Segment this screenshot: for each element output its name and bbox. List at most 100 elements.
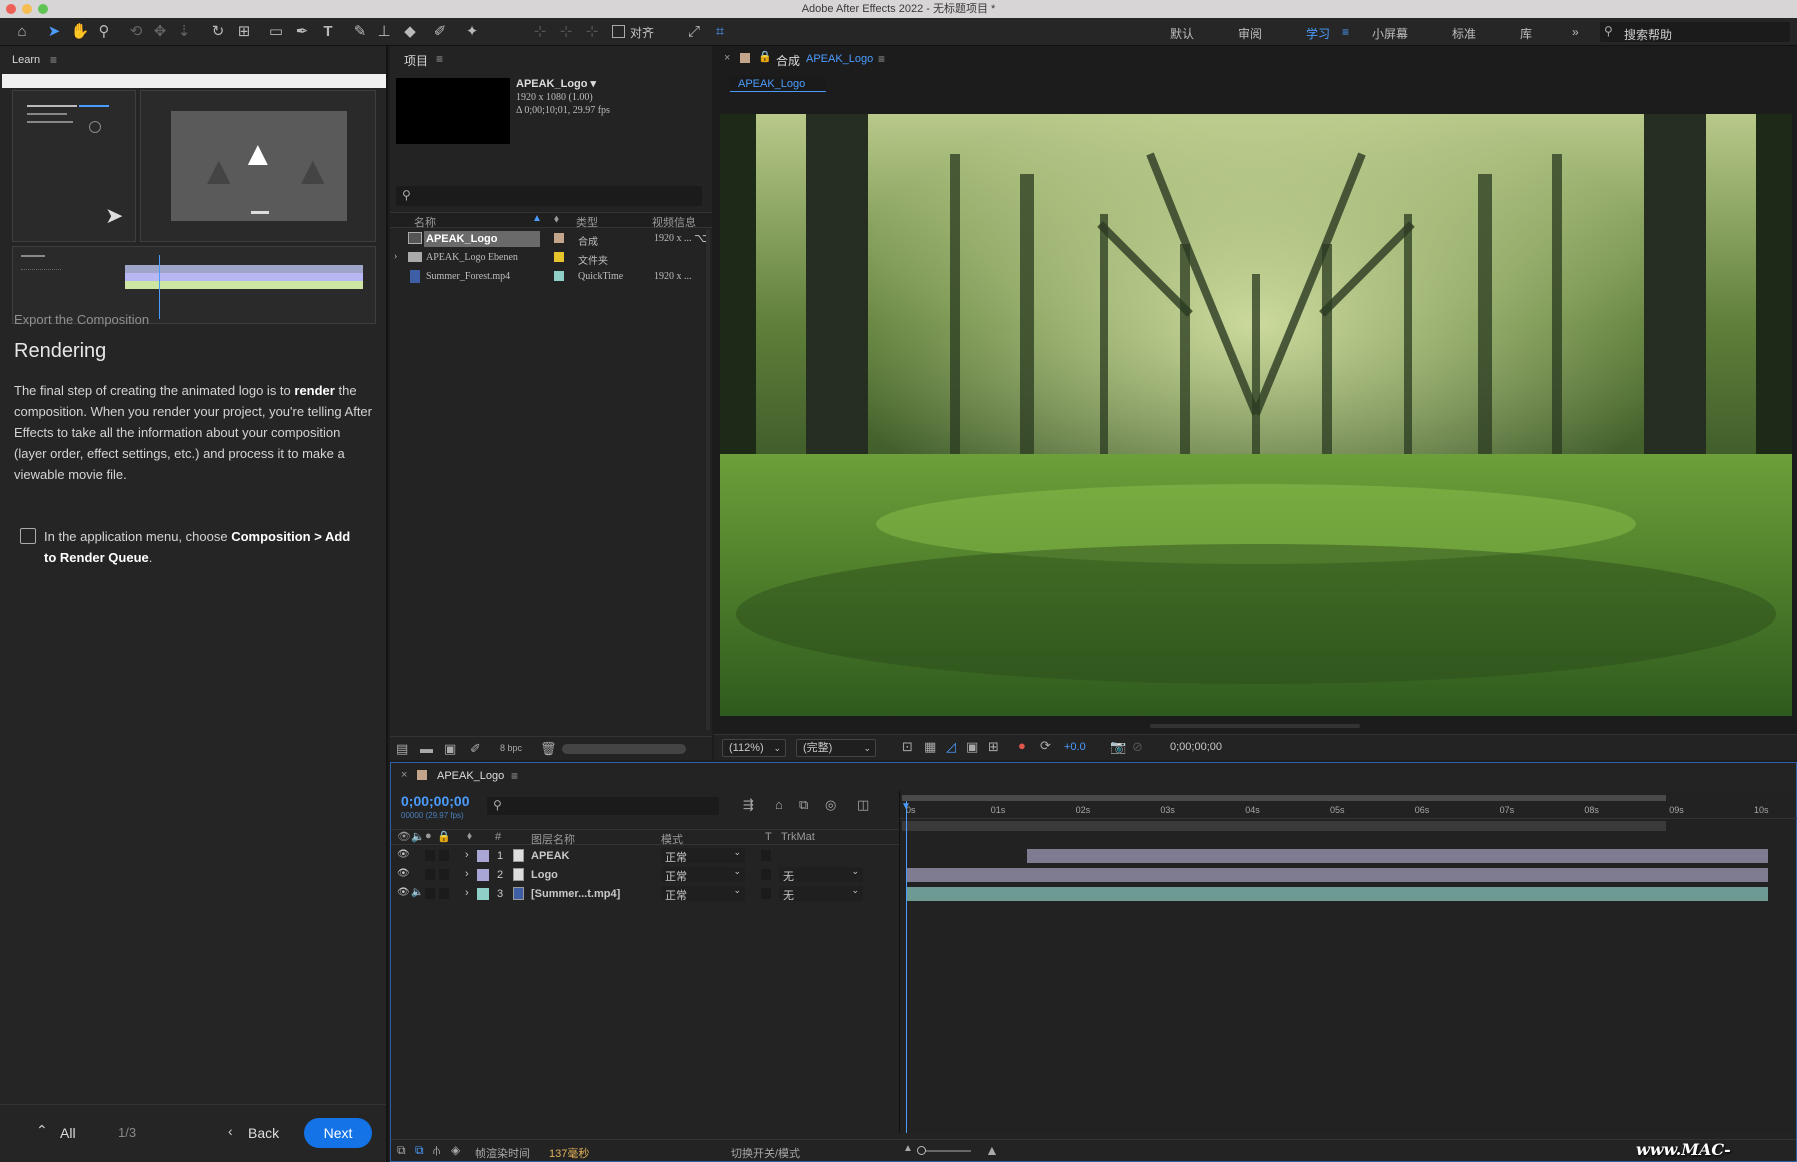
eye-icon[interactable]: 👁 (397, 887, 410, 898)
new-composition-icon[interactable]: ▣ (444, 741, 456, 757)
layer-switches-icon[interactable]: ⧉ (397, 1143, 406, 1158)
type-tool-icon[interactable]: T (318, 22, 338, 42)
timeline-zoom-slider[interactable] (917, 1146, 971, 1155)
motion-blur-icon[interactable]: ◎ (825, 797, 836, 813)
snap-options-icon[interactable]: ⤢ (684, 22, 704, 42)
playhead-handle-icon[interactable]: ▼ (901, 801, 911, 812)
graph-editor-icon[interactable]: ◫ (857, 797, 869, 813)
composition-viewer[interactable] (720, 114, 1792, 716)
minimize-window-icon[interactable] (22, 4, 32, 14)
label-color-swatch[interactable] (554, 271, 564, 281)
puppet-pin-tool-icon[interactable]: ✦ (462, 22, 482, 42)
speaker-icon[interactable]: 🔈 (411, 887, 423, 898)
blend-mode-dropdown[interactable]: 正常 ⌄ (661, 847, 745, 864)
eraser-tool-icon[interactable]: ◆ (400, 22, 420, 42)
label-tag-icon[interactable]: ⬧ (554, 213, 559, 226)
pan-camera-icon[interactable]: ✥ (150, 22, 170, 42)
project-tab[interactable]: 项目 (404, 52, 428, 69)
preserve-transparency-box[interactable] (761, 888, 771, 899)
column-video-info[interactable]: 视频信息 (652, 214, 696, 230)
project-item-row[interactable]: APEAK_Logo 合成 1920 x ... ⌥ (390, 230, 712, 248)
work-area-bar[interactable] (902, 795, 1666, 801)
layer-search-input[interactable]: ⚲ (487, 797, 719, 815)
comp-panel-menu-icon[interactable]: ≡ (878, 52, 885, 66)
all-lessons-button[interactable]: All (60, 1125, 76, 1141)
lock-box[interactable] (439, 850, 449, 861)
guides-grid-icon[interactable]: ⊞ (988, 739, 999, 755)
layer-name[interactable]: Logo (531, 869, 558, 881)
blend-mode-dropdown[interactable]: 正常 ⌄ (661, 885, 745, 902)
chevron-right-icon[interactable]: › (465, 849, 469, 861)
layer-duration-bar[interactable] (906, 887, 1768, 901)
current-time-display[interactable]: 0;00;00;00 (1170, 741, 1222, 753)
more-workspaces-icon[interactable]: » (1572, 25, 1579, 39)
eye-icon[interactable]: 👁 (397, 868, 410, 879)
task-checkbox[interactable] (20, 528, 36, 544)
chevron-up-icon[interactable]: ⌃ (36, 1122, 48, 1139)
layer-name[interactable]: APEAK (531, 850, 570, 862)
render-time-icon[interactable]: ◈ (451, 1143, 460, 1157)
in-out-columns-icon[interactable]: ⫛ (433, 1143, 440, 1158)
bit-depth-button[interactable]: 8 bpc (500, 743, 522, 753)
chevron-right-icon[interactable]: › (465, 887, 469, 899)
project-item-row[interactable]: Summer_Forest.mp4 QuickTime 1920 x ... (390, 268, 712, 286)
transparency-grid-icon[interactable]: ▦ (924, 739, 936, 755)
layer-duration-bar[interactable] (906, 868, 1768, 882)
workspace-menu-icon[interactable]: ≡ (1342, 25, 1349, 39)
dolly-camera-icon[interactable]: ⇣ (174, 22, 194, 42)
delete-icon[interactable]: 🗑 (540, 741, 557, 757)
track-matte-dropdown[interactable]: 无 ⌄ (779, 866, 863, 883)
reset-exposure-icon[interactable]: ⟳ (1040, 738, 1051, 754)
project-horizontal-scrollbar[interactable] (562, 744, 686, 754)
track-matte-dropdown[interactable]: 无 ⌄ (779, 885, 863, 902)
column-layer-name[interactable]: 图层名称 (531, 831, 575, 847)
workspace-default[interactable]: 默认 (1170, 25, 1194, 42)
home-icon[interactable]: ⌂ (12, 22, 32, 42)
layer-row[interactable]: 👁 › 1 APEAK 正常 ⌄ (391, 847, 899, 865)
solo-box[interactable] (425, 869, 435, 880)
chevron-right-icon[interactable]: › (465, 868, 469, 880)
hand-tool-icon[interactable]: ✋ (70, 22, 90, 42)
project-item-row[interactable]: › APEAK_Logo Ebenen 文件夹 (390, 249, 712, 267)
zoom-slider-handle[interactable] (917, 1146, 926, 1155)
label-color-swatch[interactable] (554, 233, 564, 243)
interpret-footage-icon[interactable]: ▤ (396, 741, 408, 757)
mask-visibility-icon[interactable]: ◿ (946, 739, 956, 755)
selected-item-name[interactable]: APEAK_Logo ▾ (516, 78, 610, 91)
blend-mode-dropdown[interactable]: 正常 ⌄ (661, 866, 745, 883)
layer-label-swatch[interactable] (477, 850, 489, 862)
magnification-dropdown[interactable]: (112%) ⌄ (722, 739, 786, 757)
orbit-camera-icon[interactable]: ⟲ (126, 22, 146, 42)
sort-ascending-icon[interactable]: ▲ (532, 213, 542, 224)
viewer-scrollbar[interactable] (1150, 724, 1360, 728)
layer-duration-bar[interactable] (1026, 849, 1768, 863)
timeline-tab-name[interactable]: APEAK_Logo (437, 770, 504, 782)
pen-tool-icon[interactable]: ✒ (292, 22, 312, 42)
workspace-small-screen[interactable]: 小屏幕 (1372, 25, 1408, 42)
timeline-graph[interactable]: 0s 01s 02s 03s 04s 05s 06s 07s 08s 09s 10s ▼ (899, 791, 1797, 1133)
draft-3d-icon[interactable]: ⌂ (775, 797, 783, 812)
close-panel-icon[interactable]: × (724, 52, 730, 64)
composition-flowchart-icon[interactable]: ⇶ (743, 797, 754, 813)
comp-subtab[interactable]: APEAK_Logo (730, 76, 826, 92)
project-search-input[interactable]: ⚲ (396, 186, 702, 206)
chevron-left-icon[interactable]: ‹ (228, 1123, 233, 1139)
color-channels-icon[interactable]: ● (1018, 738, 1026, 753)
layer-label-swatch[interactable] (477, 869, 489, 881)
label-color-swatch[interactable] (554, 252, 564, 262)
snap-target-icon[interactable]: ⌗ (710, 22, 730, 42)
zoom-in-icon[interactable]: ▲ (985, 1142, 999, 1158)
project-panel-menu-icon[interactable]: ≡ (436, 52, 443, 66)
shy-layers-icon[interactable]: ⧉ (799, 797, 808, 813)
fast-previews-icon[interactable]: ⊡ (902, 739, 913, 755)
column-type[interactable]: 类型 (576, 214, 598, 230)
solo-box[interactable] (425, 888, 435, 899)
close-window-icon[interactable] (6, 4, 16, 14)
column-name[interactable]: 名称 (414, 214, 436, 230)
pan-behind-tool-icon[interactable]: ⊞ (234, 22, 254, 42)
chevron-right-icon[interactable]: › (394, 251, 397, 262)
next-button[interactable]: Next (304, 1118, 372, 1148)
timeline-menu-icon[interactable]: ≡ (511, 769, 518, 783)
new-folder-icon[interactable]: ▬ (420, 741, 433, 756)
workspace-standard[interactable]: 标准 (1452, 25, 1476, 42)
